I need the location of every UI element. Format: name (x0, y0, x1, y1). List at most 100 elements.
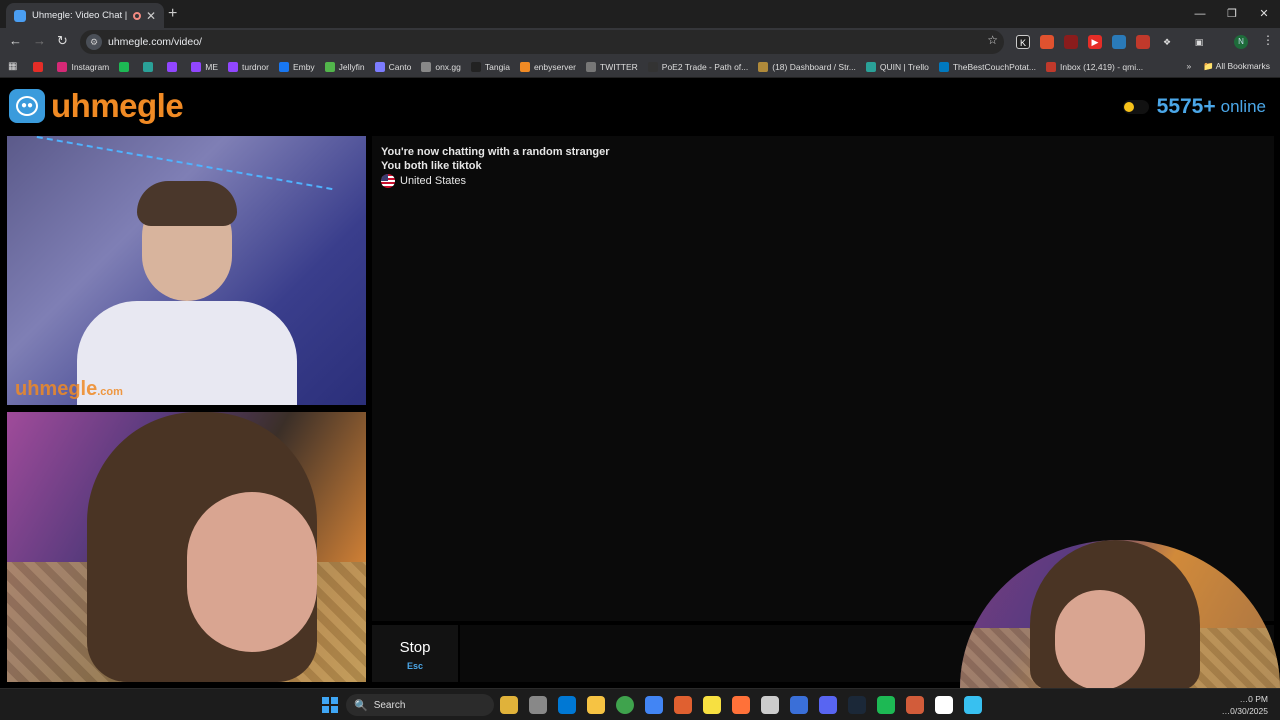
taskbar-app-icon[interactable] (732, 696, 750, 714)
restore-icon[interactable]: ❐ (1216, 0, 1248, 28)
taskbar-app-icon[interactable] (848, 696, 866, 714)
bookmark-favicon-icon (586, 61, 596, 72)
bookmark-item[interactable]: enbyserver (519, 61, 576, 72)
profile-avatar[interactable]: N (1234, 35, 1248, 49)
taskbar-app-icon[interactable] (500, 696, 518, 714)
bookmark-list: Instagram ME turdnor Emby Jellyfin Canto onx.g… (33, 61, 1153, 72)
uhmegle-favicon-icon (14, 9, 26, 22)
bookmark-favicon-icon (647, 61, 658, 72)
bookmark-item[interactable]: Jellyfin (324, 61, 365, 72)
red-extension-icon[interactable] (1136, 35, 1150, 49)
bookmark-item[interactable]: ME (191, 61, 218, 72)
address-bar[interactable]: ⚙ uhmegle.com/video/ ☆ (80, 30, 1004, 54)
taskbar-app-icon[interactable] (645, 696, 663, 714)
close-window-icon[interactable]: ✕ (1248, 0, 1280, 28)
taskbar-app-icon[interactable] (529, 696, 547, 714)
bookmark-label: turdnor (242, 61, 269, 72)
bookmark-item[interactable]: Emby (278, 61, 315, 72)
bookmark-favicon-icon (519, 61, 530, 72)
bookmark-label: PoE2 Trade - Path of... (661, 61, 749, 72)
bookmark-item[interactable]: Inbox (12,419) - qmi... (1046, 61, 1143, 72)
bookmark-item[interactable]: (18) Dashboard / Str... (758, 61, 856, 72)
bookmark-item[interactable]: TheBestCouchPotat... (938, 61, 1036, 72)
taskbar-app-icon[interactable] (587, 696, 605, 714)
stop-label: Stop (399, 639, 431, 656)
bookmark-item[interactable]: PoE2 Trade - Path of... (647, 61, 749, 72)
chat-interest-message: You both like tiktok (381, 160, 482, 172)
own-video (7, 412, 366, 682)
bookmark-favicon-icon (470, 61, 481, 72)
forward-icon[interactable]: → (33, 33, 46, 48)
bookmark-favicon-icon (938, 61, 949, 72)
taskbar-app-icon[interactable] (703, 696, 721, 714)
bookmark-item[interactable]: onx.gg (421, 61, 461, 72)
windows-start-icon[interactable] (322, 697, 338, 713)
taskbar-app-icon[interactable] (935, 696, 953, 714)
bookmark-item[interactable] (143, 61, 157, 72)
taskbar-app-icon[interactable] (877, 696, 895, 714)
more-bookmarks-icon[interactable]: » (1186, 61, 1191, 72)
bookmark-item[interactable]: Instagram (57, 61, 109, 72)
fox-extension-icon[interactable] (1040, 35, 1054, 49)
stop-shortcut: Esc (406, 661, 423, 671)
bookmark-favicon-icon (167, 61, 178, 72)
badge-extension-icon[interactable] (1064, 35, 1078, 49)
bookmark-favicon-icon (57, 61, 68, 72)
bookmark-star-icon[interactable]: ☆ (987, 33, 998, 47)
bookmark-item[interactable] (167, 61, 181, 72)
taskbar-search[interactable]: 🔍 Search (346, 694, 494, 716)
browser-tab[interactable]: Uhmegle: Video Chat | Ran ✕ (6, 3, 164, 28)
site-info-icon[interactable]: ⚙ (86, 34, 102, 50)
bookmark-label: (18) Dashboard / Str... (772, 61, 856, 72)
new-tab-button[interactable]: + (168, 5, 177, 23)
logo-wordmark: uhmegle (51, 87, 184, 124)
side-panel-icon[interactable]: ▣ (1192, 35, 1206, 49)
stranger-country: United States (381, 174, 1265, 188)
taskbar-app-icon[interactable] (819, 696, 837, 714)
taskbar-app-icon[interactable] (964, 696, 982, 714)
minimize-icon[interactable]: — (1184, 0, 1216, 28)
bookmark-item[interactable]: TWITTER (586, 61, 638, 72)
translate-extension-icon[interactable] (1112, 35, 1126, 49)
theme-toggle[interactable] (1122, 100, 1149, 114)
taskbar-app-icon[interactable] (674, 696, 692, 714)
site-logo[interactable]: ●● uhmegle (9, 87, 184, 125)
recording-indicator-icon (132, 11, 141, 20)
bookmark-label: Jellyfin (338, 61, 365, 72)
system-clock[interactable]: …0 PM …0/30/2025 (1222, 693, 1268, 717)
search-label: Search (373, 699, 406, 711)
taskbar-app-icon[interactable] (761, 696, 779, 714)
all-bookmarks-button[interactable]: 📁 All Bookmarks (1203, 61, 1270, 72)
bookmark-item[interactable]: QUIN | Trello (865, 61, 929, 72)
browser-menu-icon[interactable]: ⋮ (1262, 33, 1274, 47)
bookmark-favicon-icon (421, 61, 432, 72)
bookmark-item[interactable] (33, 61, 47, 72)
stop-button[interactable]: Stop Esc (372, 625, 460, 682)
k-extension-icon[interactable]: K (1016, 35, 1030, 49)
bookmark-label: onx.gg (435, 61, 461, 72)
bookmark-item[interactable]: turdnor (228, 61, 269, 72)
taskbar-apps (500, 696, 982, 714)
reload-icon[interactable]: ↻ (57, 33, 68, 49)
youtube-extension-icon[interactable]: ▶ (1088, 35, 1102, 49)
extensions-puzzle-icon[interactable]: ❖ (1160, 35, 1174, 49)
close-tab-icon[interactable]: ✕ (146, 9, 156, 23)
chat-bubble-logo-icon: ●● (9, 89, 45, 123)
online-label: online (1220, 97, 1266, 116)
apps-grid-icon[interactable]: ▦ (8, 61, 17, 72)
bookmark-item[interactable]: Tangia (470, 61, 510, 72)
bookmark-label: enbyserver (533, 61, 576, 72)
bookmark-favicon-icon (758, 61, 769, 72)
bookmark-favicon-icon (228, 61, 238, 72)
bookmark-label: ME (205, 61, 218, 72)
bookmark-label: QUIN | Trello (879, 61, 929, 72)
back-icon[interactable]: ← (9, 33, 22, 48)
bookmark-item[interactable]: Canto (374, 61, 411, 72)
taskbar-app-icon[interactable] (616, 696, 634, 714)
self-figure (77, 412, 357, 682)
bookmark-label: Tangia (484, 61, 510, 72)
bookmark-item[interactable] (119, 61, 133, 72)
taskbar-app-icon[interactable] (558, 696, 576, 714)
taskbar-app-icon[interactable] (906, 696, 924, 714)
taskbar-app-icon[interactable] (790, 696, 808, 714)
